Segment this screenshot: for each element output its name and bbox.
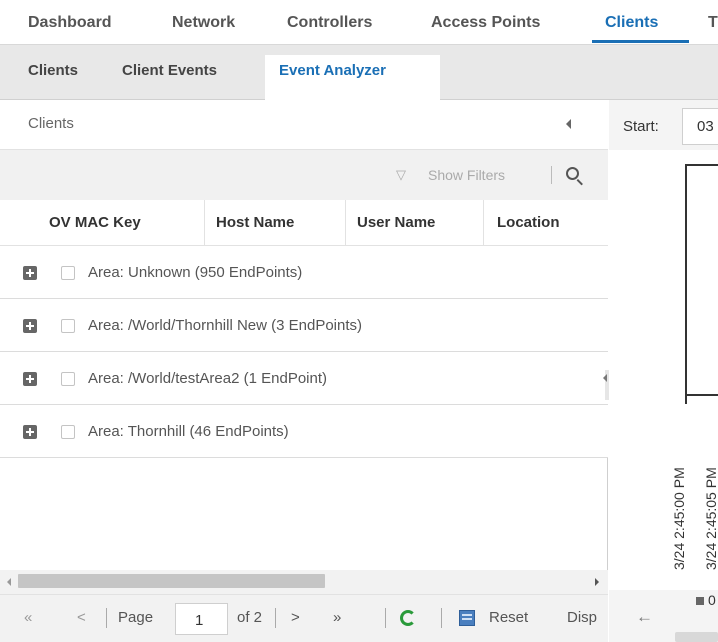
scroll-left-icon[interactable] [7, 578, 11, 586]
page-number-input[interactable]: 1 [175, 603, 228, 635]
pager-separator [385, 608, 386, 628]
sub-tabs: Clients Client Events Event Analyzer [0, 45, 718, 100]
subtab-clients[interactable]: Clients [28, 62, 78, 79]
column-separator[interactable] [345, 200, 346, 246]
column-user-name[interactable]: User Name [357, 214, 435, 231]
expand-icon[interactable] [23, 425, 37, 439]
group-label: Area: /World/testArea2 (1 EndPoint) [88, 370, 328, 387]
row-checkbox[interactable] [61, 372, 75, 386]
pager-separator [441, 608, 442, 628]
top-nav: Dashboard Network Controllers Access Poi… [0, 0, 718, 45]
expand-icon[interactable] [23, 319, 37, 333]
expand-icon[interactable] [23, 372, 37, 386]
subtab-event-analyzer[interactable]: Event Analyzer [279, 62, 386, 79]
nav-tab-access-points[interactable]: Access Points [431, 14, 540, 32]
right-scrollbar-thumb[interactable] [675, 632, 718, 642]
panel-title: Clients [28, 115, 74, 132]
horizontal-scrollbar[interactable] [0, 570, 608, 594]
toolbar-separator [551, 166, 552, 184]
nav-tab-clients[interactable]: Clients [605, 14, 658, 32]
column-ov-mac-key[interactable]: OV MAC Key [49, 214, 141, 231]
axis-tick [685, 396, 687, 404]
legend-value: 0 [708, 592, 716, 608]
group-row[interactable]: Area: Unknown (950 EndPoints) [0, 246, 608, 299]
prev-page-button[interactable]: < [77, 609, 86, 626]
nav-tab-controllers[interactable]: Controllers [287, 14, 372, 32]
group-label: Area: Unknown (950 EndPoints) [88, 264, 303, 281]
column-separator[interactable] [204, 200, 205, 246]
x-tick-label: 3/24 2:45:05 PM [703, 467, 718, 570]
grid-header: OV MAC Key Host Name User Name Location [0, 200, 608, 246]
event-analyzer-panel: Start: 03 3/24 2:45:00 PM 3/24 2:45:05 P… [609, 100, 718, 642]
x-tick-label: 3/24 2:45:00 PM [671, 467, 687, 570]
chart-plot-area [685, 164, 718, 396]
column-separator[interactable] [483, 200, 484, 246]
group-label: Area: Thornhill (46 EndPoints) [88, 423, 289, 440]
scrollbar-thumb[interactable] [18, 574, 325, 588]
filter-icon[interactable]: ▽ [396, 167, 406, 183]
back-arrow-icon[interactable]: ← [636, 607, 653, 627]
search-icon[interactable] [566, 167, 579, 180]
expand-icon[interactable] [23, 266, 37, 280]
splitter-arrow-icon[interactable] [603, 374, 607, 382]
scroll-right-icon[interactable] [595, 578, 599, 586]
reset-icon[interactable] [459, 610, 475, 626]
group-row[interactable]: Area: Thornhill (46 EndPoints) [0, 405, 608, 458]
last-page-button[interactable]: » [333, 609, 341, 626]
subtab-client-events[interactable]: Client Events [122, 62, 217, 79]
nav-tab-overflow[interactable]: T [708, 14, 718, 32]
display-label: Disp [567, 609, 598, 626]
legend-swatch [696, 597, 704, 605]
group-label: Area: /World/Thornhill New (3 EndPoints) [88, 317, 362, 334]
row-checkbox[interactable] [61, 319, 75, 333]
panel-header: Clients [0, 100, 608, 150]
column-location[interactable]: Location [497, 214, 560, 231]
page-count-label: of 2 [237, 609, 263, 626]
active-tab-underline [592, 40, 689, 43]
group-row[interactable]: Area: /World/testArea2 (1 EndPoint) [0, 352, 608, 405]
pager-separator [106, 608, 107, 628]
row-checkbox[interactable] [61, 266, 75, 280]
start-date-input[interactable]: 03 [682, 108, 718, 145]
reset-button[interactable]: Reset [489, 609, 528, 626]
nav-tab-network[interactable]: Network [172, 14, 235, 32]
nav-tab-dashboard[interactable]: Dashboard [28, 14, 112, 32]
column-host-name[interactable]: Host Name [216, 214, 294, 231]
next-page-button[interactable]: > [291, 609, 300, 626]
show-filters-button[interactable]: Show Filters [428, 167, 505, 183]
first-page-button[interactable]: « [24, 609, 32, 626]
timeline-chart: 3/24 2:45:00 PM 3/24 2:45:05 PM ← [609, 150, 718, 626]
collapse-left-icon[interactable] [566, 119, 571, 129]
filter-bar: ▽ Show Filters [0, 150, 608, 200]
page-label: Page [118, 609, 154, 626]
row-checkbox[interactable] [61, 425, 75, 439]
refresh-icon[interactable] [400, 610, 416, 626]
pager-separator [275, 608, 276, 628]
start-label: Start: [623, 118, 659, 135]
group-row[interactable]: Area: /World/Thornhill New (3 EndPoints) [0, 299, 608, 352]
pagination-bar: « < Page 1 of 2 > » Reset Disp [0, 594, 608, 642]
clients-panel: Clients ▽ Show Filters OV MAC Key Host N… [0, 100, 609, 642]
